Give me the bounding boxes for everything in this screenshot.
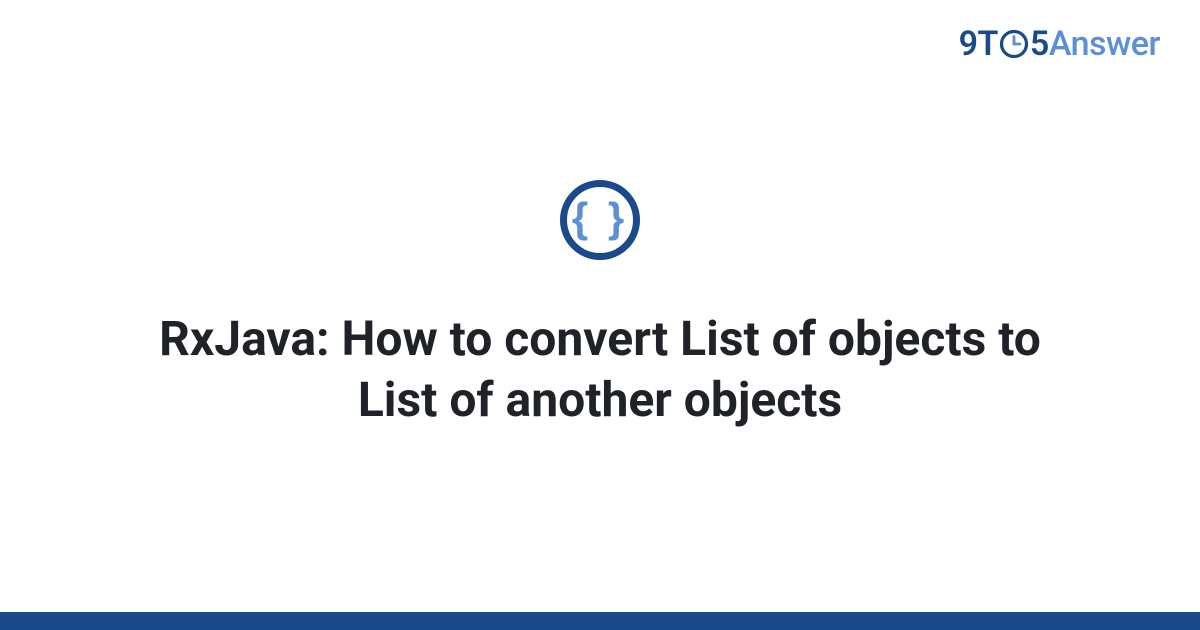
category-icon-circle: { } xyxy=(560,180,640,260)
footer-accent-bar xyxy=(0,612,1200,630)
main-content: { } RxJava: How to convert List of objec… xyxy=(0,0,1200,630)
braces-icon: { } xyxy=(572,197,628,239)
page-title: RxJava: How to convert List of objects t… xyxy=(120,308,1080,431)
